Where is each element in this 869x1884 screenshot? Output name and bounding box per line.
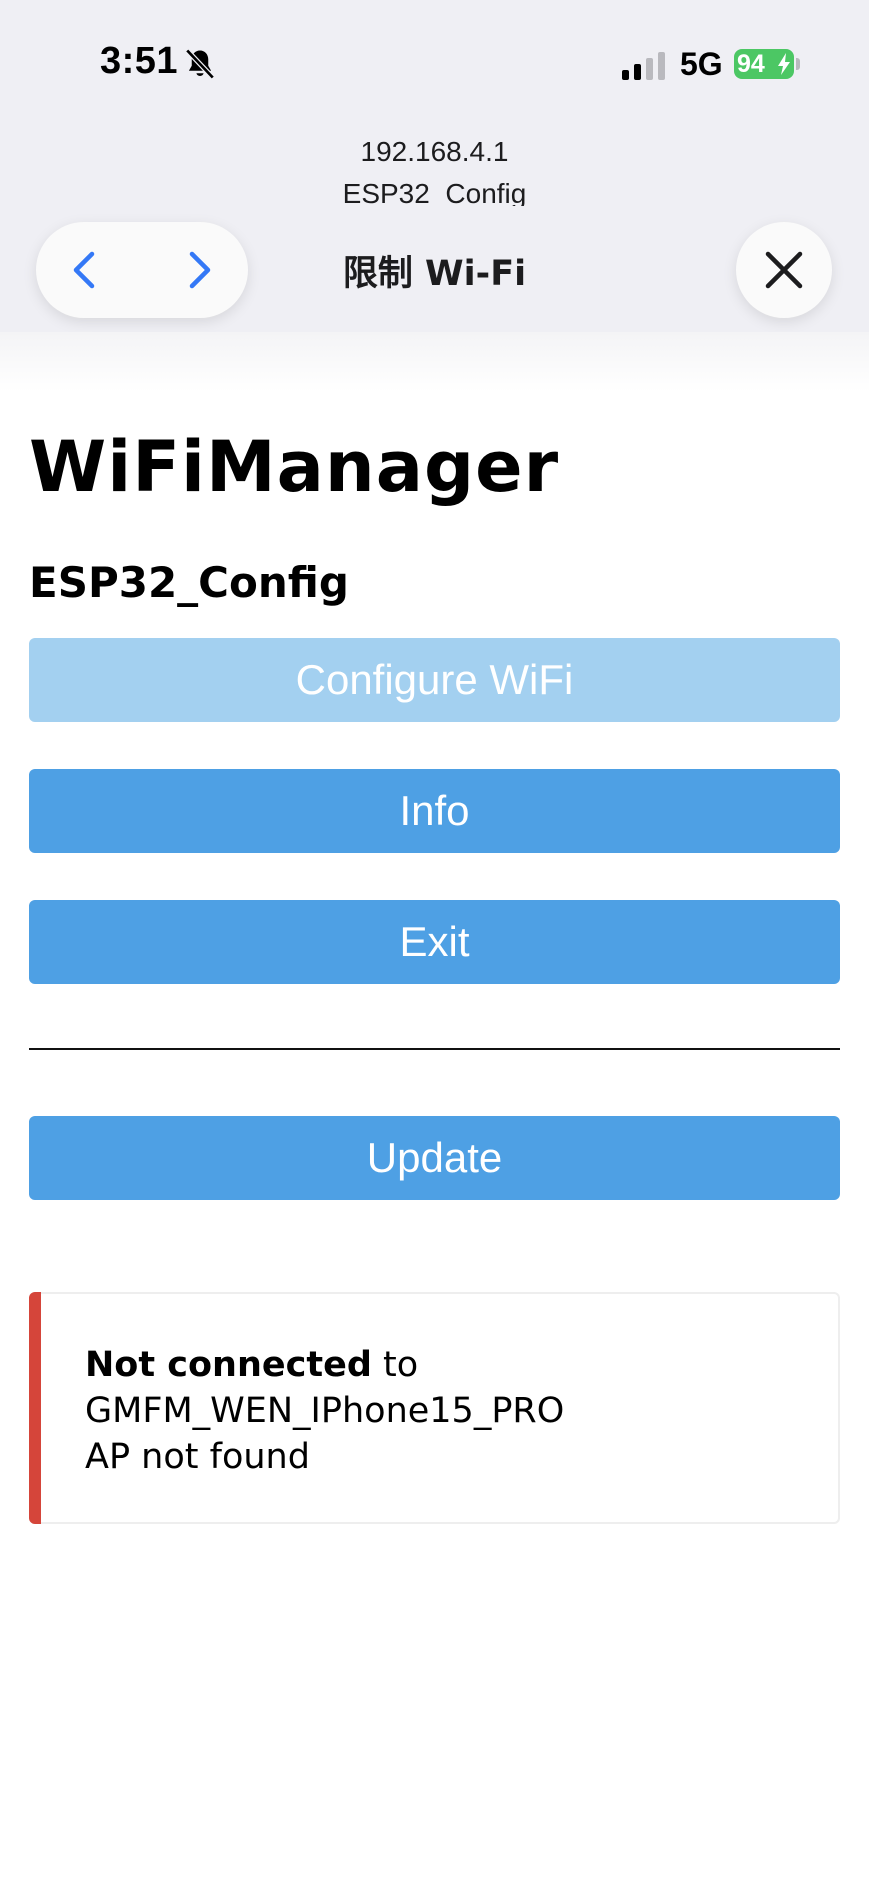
ssid-text: GMFM_WEN_IPhone15_PRO (85, 1391, 565, 1431)
battery-tip (796, 58, 800, 70)
url-site-name[interactable]: ESP32_Config (0, 176, 869, 206)
chevron-left-icon[interactable] (64, 248, 108, 292)
status-connector: to (371, 1345, 419, 1385)
status-detail: AP not found (85, 1437, 310, 1477)
connection-status-text: Not connected to GMFM_WEN_IPhone15_PRO A… (85, 1342, 564, 1480)
close-button[interactable] (736, 222, 832, 318)
connection-status-box: Not connected to GMFM_WEN_IPhone15_PRO A… (29, 1292, 840, 1524)
battery-indicator: 94 (734, 49, 794, 79)
update-button[interactable]: Update (29, 1116, 840, 1200)
close-icon (765, 251, 803, 289)
toolbar-shadow (0, 332, 869, 392)
info-button[interactable]: Info (29, 769, 840, 853)
browser-toolbar: 192.168.4.1 ESP32_Config 限制 Wi-Fi (0, 130, 869, 332)
cellular-signal-icon (622, 52, 665, 80)
status-bar: 3:51 5G 94 (0, 0, 869, 130)
status-label: Not connected (85, 1345, 372, 1385)
divider (29, 1048, 840, 1050)
bell-slash-icon (185, 48, 215, 80)
navigation-buttons (36, 222, 248, 318)
error-accent-bar (29, 1292, 41, 1524)
chevron-right-icon[interactable] (176, 248, 220, 292)
portal-heading: WiFiManager (29, 426, 560, 508)
page-title: 限制 Wi-Fi (342, 254, 527, 294)
device-name: ESP32_Config (29, 558, 349, 607)
exit-button[interactable]: Exit (29, 900, 840, 984)
battery-percent: 94 (737, 50, 765, 78)
portal-content: WiFiManager ESP32_Config Configure WiFi … (29, 420, 840, 1524)
configure-wifi-button[interactable]: Configure WiFi (29, 638, 840, 722)
network-type: 5G (680, 46, 723, 82)
charging-bolt-icon (778, 53, 790, 75)
url-address[interactable]: 192.168.4.1 (0, 136, 869, 168)
status-time: 3:51 (100, 40, 179, 82)
